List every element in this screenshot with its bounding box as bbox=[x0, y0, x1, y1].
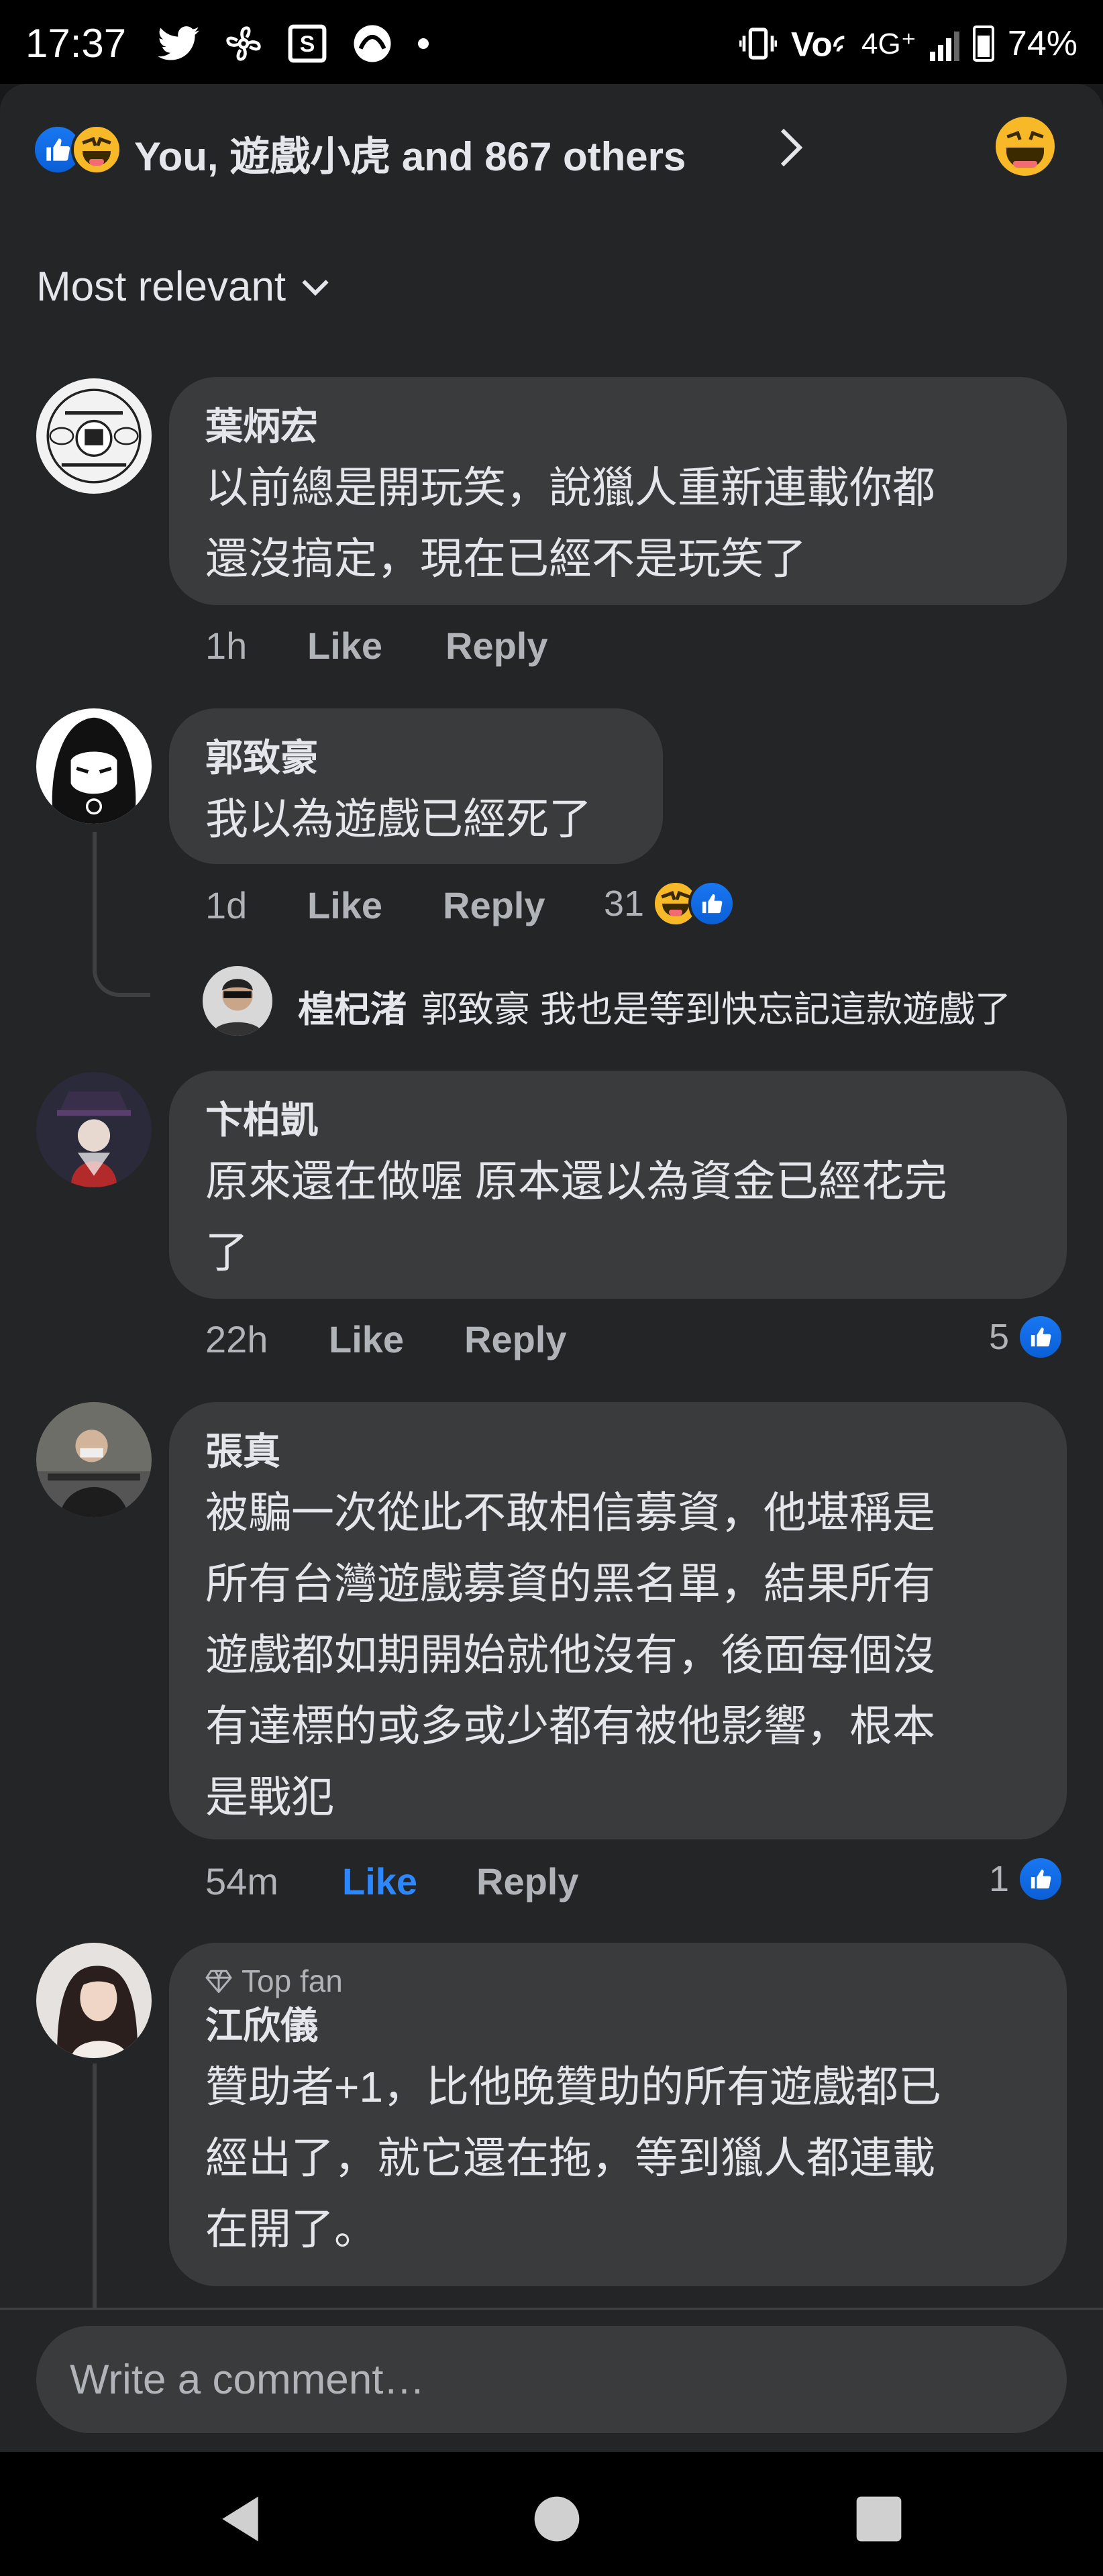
reaction-icons[interactable] bbox=[32, 124, 122, 175]
notification-app-icon bbox=[354, 25, 391, 62]
svg-text:Vo: Vo bbox=[791, 25, 833, 62]
sports-app-icon: S bbox=[288, 24, 327, 63]
reaction-count-number: 5 bbox=[989, 1317, 1010, 1357]
vibrate-icon bbox=[739, 28, 777, 60]
back-icon[interactable] bbox=[213, 2492, 267, 2546]
comment-actions: 1d Like Reply bbox=[205, 883, 545, 927]
comment-author[interactable]: 江欣儀 bbox=[205, 2000, 1031, 2051]
comment-text-line: 還沒搞定，現在已經不是玩笑了 bbox=[205, 535, 806, 583]
comment-time[interactable]: 54m bbox=[205, 1860, 342, 1903]
reaction-count[interactable]: 5 bbox=[989, 1313, 1065, 1360]
comment-text-line: 有達標的或多或少都有被他影響，根本 bbox=[205, 1702, 935, 1750]
comment-author[interactable]: 張真 bbox=[205, 1426, 1031, 1477]
avatar[interactable] bbox=[36, 1072, 152, 1187]
volte-icon: Vo bbox=[791, 25, 845, 62]
reaction-count[interactable]: 31 bbox=[604, 880, 736, 927]
react-button[interactable] bbox=[996, 117, 1055, 176]
comment-text-line: 所有台灣遊戲募資的黑名單，結果所有 bbox=[205, 1560, 935, 1608]
home-icon[interactable] bbox=[530, 2492, 584, 2546]
comment-text-line: 遊戲都如期開始就他沒有，後面每個沒 bbox=[205, 1631, 935, 1679]
thread-connector bbox=[93, 832, 150, 997]
comment-input[interactable] bbox=[36, 2326, 1067, 2433]
comment-bubble[interactable]: Top fan 江欣儀 贊助者+1，比他晚贊助的所有遊戲都已 經出了，就它還在拖… bbox=[169, 1943, 1067, 2286]
like-reaction-icon bbox=[1017, 1856, 1065, 1902]
more-notifications-dot bbox=[418, 38, 429, 49]
comment-bubble[interactable]: 張真 被騙一次從此不敢相信募資，他堪稱是 所有台灣遊戲募資的黑名單，結果所有 遊… bbox=[169, 1402, 1067, 1839]
comment-bubble[interactable]: 葉炳宏 以前總是開玩笑，說獵人重新連載你都 還沒搞定，現在已經不是玩笑了 bbox=[169, 377, 1067, 605]
avatar[interactable] bbox=[36, 378, 152, 494]
reply-preview[interactable]: 楻杞渚 郭致豪 我也是等到快忘記這款遊戲了 bbox=[298, 979, 1011, 1032]
chevron-right-icon[interactable] bbox=[778, 127, 805, 168]
reply-text: 郭致豪 我也是等到快忘記這款遊戲了 bbox=[421, 989, 1012, 1030]
like-button[interactable]: Like bbox=[307, 624, 445, 667]
battery-icon bbox=[972, 25, 994, 62]
recents-icon[interactable] bbox=[852, 2492, 906, 2546]
status-bar: 17:37 S Vo 4G⁺ 74% bbox=[0, 0, 1103, 84]
comment-text-line: 在開了。 bbox=[205, 2205, 377, 2253]
navigation-bar bbox=[0, 2452, 1103, 2576]
comment-text-line: 經出了，就它還在拖，等到獵人都連載 bbox=[205, 2134, 935, 2182]
diamond-icon bbox=[205, 1970, 232, 1993]
chevron-down-icon bbox=[302, 279, 329, 296]
comment-author[interactable]: 卞柏凱 bbox=[205, 1095, 1031, 1146]
comment-time[interactable]: 22h bbox=[205, 1318, 329, 1361]
like-reaction-icon bbox=[688, 880, 736, 927]
comment-text-line: 我以為遊戲已經死了 bbox=[205, 795, 592, 843]
comment-text-line: 以前總是開玩笑，說獵人重新連載你都 bbox=[205, 464, 935, 512]
comment-time[interactable]: 1h bbox=[205, 624, 307, 667]
avatar[interactable] bbox=[36, 1402, 152, 1517]
comment-actions: 1h Like Reply bbox=[205, 624, 548, 667]
svg-text:S: S bbox=[300, 32, 315, 57]
comment-time[interactable]: 1d bbox=[205, 883, 307, 927]
battery-percent: 74% bbox=[1007, 24, 1078, 63]
reply-button[interactable]: Reply bbox=[476, 1860, 579, 1903]
system-icons: Vo 4G⁺ 74% bbox=[739, 20, 1078, 67]
comment-actions: 54m Like Reply bbox=[205, 1860, 579, 1903]
avatar[interactable] bbox=[203, 966, 272, 1036]
reply-button[interactable]: Reply bbox=[445, 624, 548, 667]
like-button[interactable]: Like bbox=[329, 1318, 464, 1361]
reply-author[interactable]: 楻杞渚 bbox=[298, 979, 407, 1032]
comment-text-line: 贊助者+1，比他晚贊助的所有遊戲都已 bbox=[205, 2063, 941, 2111]
thread-connector bbox=[93, 2063, 97, 2308]
notification-icons: S bbox=[158, 20, 429, 67]
reaction-count[interactable]: 1 bbox=[989, 1856, 1065, 1902]
reactions-summary[interactable]: You, 遊戲小虎 and 867 others bbox=[134, 124, 686, 182]
comment-author[interactable]: 郭致豪 bbox=[205, 733, 627, 784]
status-time: 17:37 bbox=[25, 21, 127, 66]
like-button[interactable]: Like bbox=[342, 1860, 476, 1903]
top-fan-label: Top fan bbox=[242, 1964, 343, 1998]
twitter-icon bbox=[158, 26, 199, 60]
reply-button[interactable]: Reply bbox=[464, 1318, 567, 1361]
network-type: 4G⁺ bbox=[861, 27, 916, 60]
top-fan-badge: Top fan bbox=[205, 1962, 1031, 2000]
avatar[interactable] bbox=[36, 1943, 152, 2058]
sort-dropdown[interactable]: Most relevant bbox=[36, 263, 330, 311]
avatar[interactable] bbox=[36, 708, 152, 824]
signal-icon bbox=[929, 26, 959, 61]
comment-text-line: 是戰犯 bbox=[205, 1773, 334, 1821]
comment-text-line: 原來還在做喔 原本還以為資金已經花完 bbox=[205, 1157, 947, 1205]
comment-composer bbox=[0, 2308, 1103, 2454]
comment-bubble[interactable]: 郭致豪 我以為遊戲已經死了 bbox=[169, 708, 663, 864]
haha-reaction-icon bbox=[71, 124, 122, 175]
comment-author[interactable]: 葉炳宏 bbox=[205, 401, 1031, 452]
like-button[interactable]: Like bbox=[307, 883, 443, 927]
comment-actions: 22h Like Reply bbox=[205, 1318, 567, 1361]
haha-reaction-icon bbox=[996, 117, 1055, 176]
comment-text-line: 了 bbox=[205, 1228, 248, 1277]
comment-bubble[interactable]: 卞柏凱 原來還在做喔 原本還以為資金已經花完 了 bbox=[169, 1071, 1067, 1299]
like-reaction-icon bbox=[1017, 1313, 1065, 1360]
sort-label: Most relevant bbox=[36, 264, 286, 310]
reply-button[interactable]: Reply bbox=[443, 883, 545, 927]
fan-icon bbox=[226, 26, 261, 61]
reaction-count-number: 31 bbox=[604, 883, 645, 924]
comment-text-line: 被騙一次從此不敢相信募資，他堪稱是 bbox=[205, 1489, 935, 1537]
reaction-count-number: 1 bbox=[989, 1859, 1010, 1899]
